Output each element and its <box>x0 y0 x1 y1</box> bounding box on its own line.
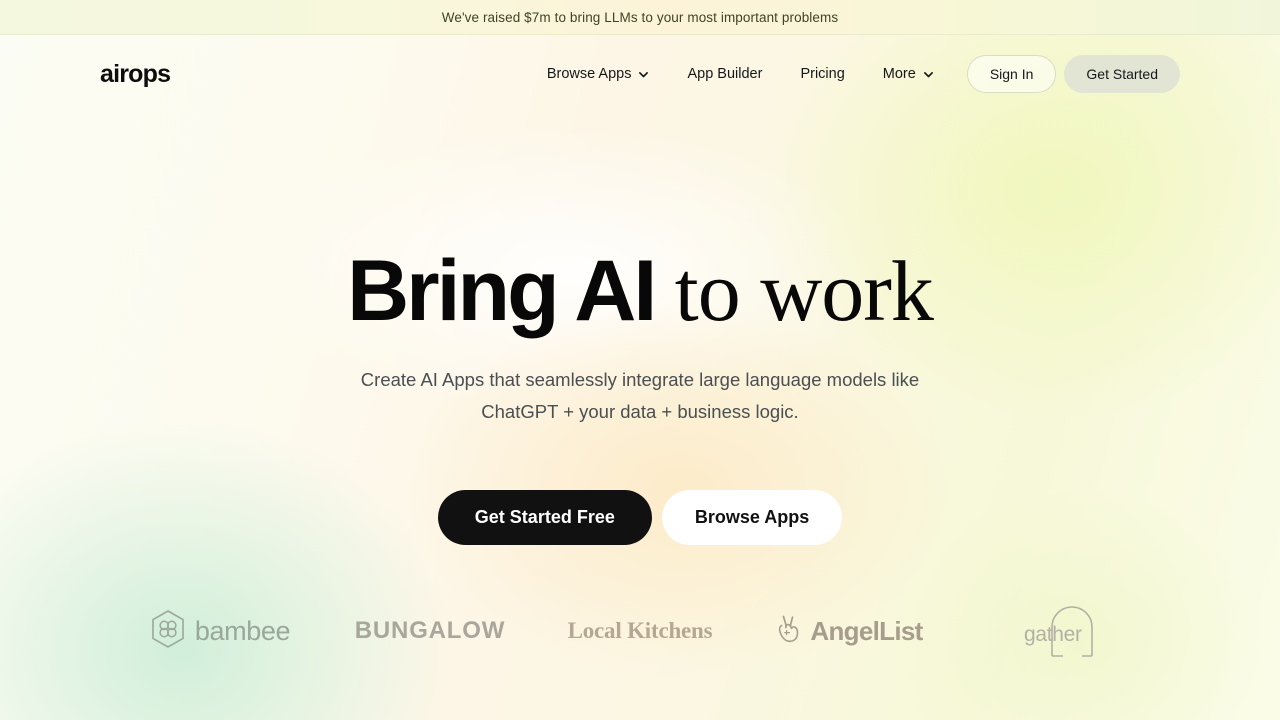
nav-item-label: App Builder <box>687 66 763 82</box>
customer-logo-strip: bambee BUNGALOW Local Kitchens AngelList <box>0 601 1280 661</box>
customer-logo-angellist: AngelList <box>745 601 955 661</box>
nav-item-label: Browse Apps <box>546 66 632 82</box>
customer-logo-bambee: bambee <box>115 601 325 661</box>
customer-logo-gather: gather <box>955 601 1165 661</box>
main-navigation: Browse Apps App Builder Pricing More Sig… <box>528 55 1180 93</box>
nav-item-browse-apps[interactable]: Browse Apps <box>528 58 669 90</box>
site-header: airops Browse Apps App Builder Pricing M… <box>0 35 1280 113</box>
hero-subheading: Create AI Apps that seamlessly integrate… <box>360 369 920 422</box>
nav-item-label: Pricing <box>800 66 845 82</box>
customer-logo-label: gather <box>1024 623 1082 646</box>
chevron-down-icon <box>638 69 649 80</box>
customer-logo-bungalow: BUNGALOW <box>325 601 535 661</box>
get-started-button[interactable]: Get Started <box>1064 55 1180 93</box>
nav-item-label: More <box>882 66 916 82</box>
airops-logo[interactable]: airops <box>100 61 171 87</box>
get-started-free-button[interactable]: Get Started Free <box>437 490 652 545</box>
chevron-down-icon <box>923 69 934 80</box>
customer-logo-label: BUNGALOW <box>354 617 506 644</box>
customer-logo-label: AngelList <box>810 615 923 646</box>
customer-logo-label: Local Kitchens <box>567 618 713 643</box>
peace-hand-icon <box>777 614 801 649</box>
customer-logo-local-kitchens: Local Kitchens <box>535 601 745 661</box>
nav-item-pricing[interactable]: Pricing <box>781 58 863 90</box>
browse-apps-button[interactable]: Browse Apps <box>661 490 843 545</box>
hero-section: Bring AI to work Create AI Apps that sea… <box>0 113 1280 661</box>
announcement-banner[interactable]: We've raised $7m to bring LLMs to your m… <box>0 0 1280 35</box>
announcement-banner-text: We've raised $7m to bring LLMs to your m… <box>441 9 839 25</box>
nav-item-more[interactable]: More <box>864 58 953 90</box>
headline-serif-part: to work <box>654 243 934 339</box>
auth-buttons: Sign In Get Started <box>966 55 1180 93</box>
nav-item-app-builder[interactable]: App Builder <box>668 58 781 90</box>
hexagon-clover-icon <box>150 609 186 654</box>
page-title: Bring AI to work <box>0 248 1280 334</box>
customer-logo-label: bambee <box>194 615 291 646</box>
sign-in-button[interactable]: Sign In <box>966 55 1057 93</box>
headline-bold-part: Bring AI <box>347 243 657 339</box>
hero-cta-row: Get Started Free Browse Apps <box>0 490 1280 545</box>
